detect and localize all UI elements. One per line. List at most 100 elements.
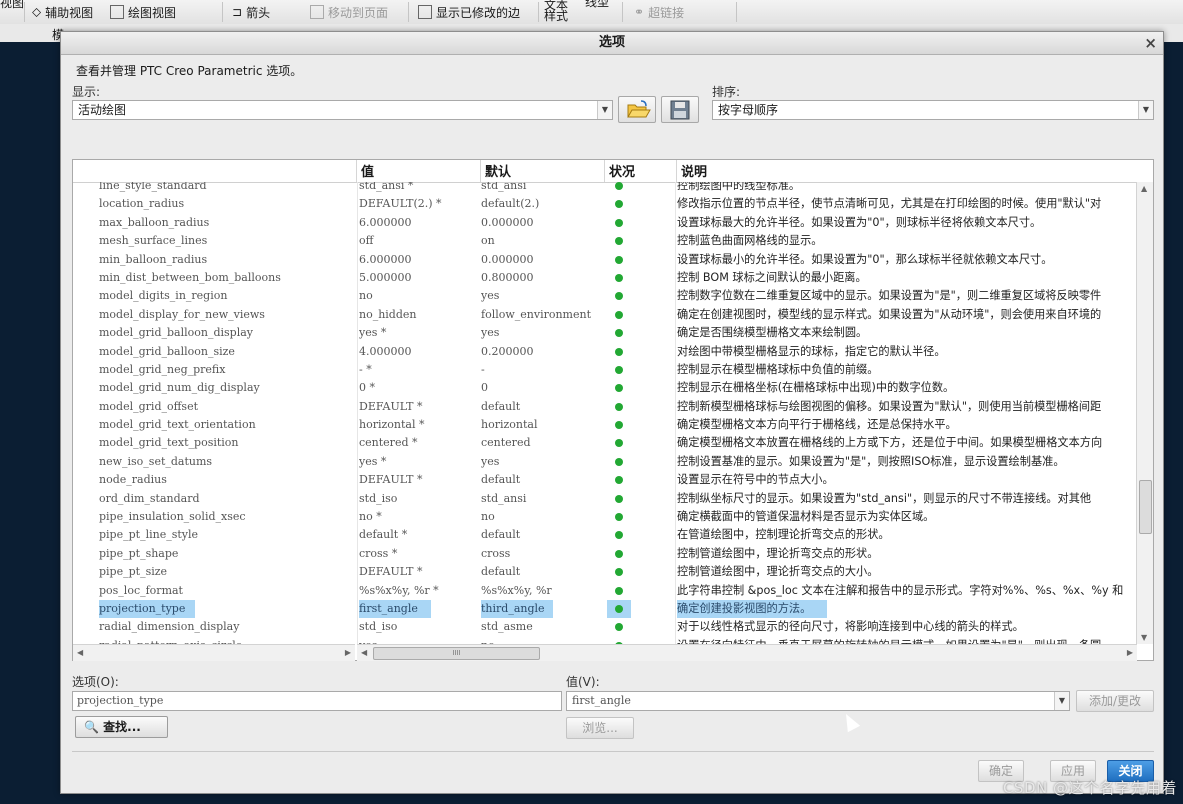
option-default-cell: yes bbox=[481, 326, 500, 340]
toolbar-move-to-page-button[interactable]: 移动到页面 bbox=[310, 0, 388, 24]
vertical-scroll-thumb[interactable] bbox=[1139, 480, 1152, 534]
option-name-cell: radial_pattern_axis_circle bbox=[99, 637, 361, 644]
option-status-cell bbox=[607, 416, 631, 434]
toolbar-drawing-view-button[interactable]: 绘图视图 bbox=[110, 0, 176, 24]
table-row[interactable]: pipe_insulation_solid_xsec no * no 确定横截面中的管… bbox=[73, 508, 1137, 526]
table-row[interactable]: model_grid_balloon_display yes * yes 确定是否围绕… bbox=[73, 324, 1137, 342]
toolbar-arrow-button[interactable]: ⊐ 箭头 bbox=[232, 0, 270, 24]
table-row[interactable]: model_grid_text_orientation horizontal * h… bbox=[73, 416, 1137, 434]
dialog-titlebar[interactable]: 选项 × bbox=[61, 32, 1163, 55]
toolbar-show-modified-edges-button[interactable]: 显示已修改的边 bbox=[418, 0, 520, 24]
option-value-cell: 0 * bbox=[359, 381, 375, 395]
toolbar-line-style-button[interactable]: 线型 bbox=[585, 0, 609, 8]
option-name-cell: model_grid_offset bbox=[99, 399, 198, 413]
toolbar-hyperlink-button[interactable]: ⚭ 超链接 bbox=[634, 0, 684, 24]
table-row[interactable]: mesh_surface_lines off on 控制蓝色曲面网格线的显示。 bbox=[73, 232, 1137, 250]
option-description-cell: 控制显示在模型栅格球标中负值的前缀。 bbox=[677, 362, 879, 376]
option-name-cell: min_dist_between_bom_balloons bbox=[99, 270, 281, 284]
scroll-right-icon[interactable]: ▶ bbox=[345, 648, 351, 657]
table-row[interactable]: new_iso_set_datums yes * yes 控制设置基准的显示。如果设置… bbox=[73, 453, 1137, 471]
option-default-cell: default bbox=[481, 528, 521, 542]
option-default-cell: cross bbox=[481, 546, 511, 560]
toolbar-views[interactable]: 视图 bbox=[0, 0, 24, 9]
toolbar-separator bbox=[538, 2, 539, 22]
toolbar-auxiliary-view-button[interactable]: ⬦ 辅助视图 bbox=[32, 0, 93, 24]
option-default-cell: no bbox=[481, 510, 495, 524]
auxiliary-view-icon: ⬦ bbox=[32, 4, 42, 20]
option-description-cell: 确定创建投影视图的方法。 bbox=[677, 599, 827, 619]
sort-select[interactable]: 按字母顺序 ▼ bbox=[712, 100, 1154, 120]
chevron-down-icon[interactable]: ▼ bbox=[1054, 692, 1069, 710]
table-row[interactable]: node_radius DEFAULT * default 设置显示在符号中的节点大小… bbox=[73, 471, 1137, 489]
add-change-button[interactable]: 添加/更改 bbox=[1076, 690, 1154, 712]
table-row[interactable]: pipe_pt_shape cross * cross 控制管道绘图中，理论折弯交点的… bbox=[73, 545, 1137, 563]
table-row[interactable]: model_grid_offset DEFAULT * default 控制新模型栅格… bbox=[73, 398, 1137, 416]
chevron-down-icon[interactable]: ▼ bbox=[1138, 101, 1153, 119]
horizontal-scroll-thumb[interactable]: IIII bbox=[373, 647, 540, 660]
option-default-cell: default bbox=[481, 565, 521, 579]
column-header-status[interactable]: 状况 bbox=[605, 160, 677, 182]
option-status-cell bbox=[607, 182, 631, 195]
scroll-up-icon[interactable]: ▲ bbox=[1141, 184, 1147, 193]
table-row[interactable]: model_grid_neg_prefix - * - 控制显示在模型栅格球标中负值的… bbox=[73, 361, 1137, 379]
value-select[interactable]: first_angle ▼ bbox=[566, 691, 1070, 711]
vertical-scrollbar[interactable]: ▲ ▼ bbox=[1136, 182, 1153, 644]
table-row[interactable]: model_grid_balloon_size 4.000000 0.200000 对… bbox=[73, 343, 1137, 361]
table-row[interactable]: radial_pattern_axis_circleyesno 设置在径向特征中，… bbox=[73, 637, 1137, 644]
option-status-cell bbox=[607, 545, 631, 563]
scroll-left-icon[interactable]: ◀ bbox=[361, 648, 367, 657]
table-row[interactable]: radial_dimension_display std_iso std_asme 对… bbox=[73, 618, 1137, 636]
find-button[interactable]: 🔍 查找... bbox=[75, 716, 168, 738]
table-row[interactable]: pipe_pt_size DEFAULT * default 控制管道绘图中，理论折弯… bbox=[73, 563, 1137, 581]
option-status-cell bbox=[607, 453, 631, 471]
save-config-button[interactable] bbox=[661, 96, 699, 123]
option-value-cell: 6.000000 bbox=[359, 252, 412, 266]
option-default-cell: centered bbox=[481, 436, 531, 450]
column-header-default[interactable]: 默认 bbox=[481, 160, 605, 182]
table-row[interactable]: line_style_standard std_ansi * std_ansi 控制绘… bbox=[73, 182, 1137, 195]
column-header-description[interactable]: 说明 bbox=[677, 160, 1137, 182]
scroll-right-icon[interactable]: ▶ bbox=[1127, 648, 1133, 657]
table-row[interactable]: model_grid_text_position centered * center… bbox=[73, 434, 1137, 452]
option-value-cell: no bbox=[359, 289, 373, 303]
option-status-cell bbox=[607, 361, 631, 379]
table-row[interactable]: min_dist_between_bom_balloons 5.000000 0.8… bbox=[73, 269, 1137, 287]
option-value-cell: centered * bbox=[359, 436, 418, 450]
column-header-value[interactable]: 值 bbox=[357, 160, 481, 182]
scroll-down-icon[interactable]: ▼ bbox=[1141, 633, 1147, 642]
status-ok-icon bbox=[615, 457, 623, 466]
option-value-cell: default * bbox=[359, 528, 408, 542]
table-row[interactable]: min_balloon_radius 6.000000 0.000000 设置球标最小… bbox=[73, 251, 1137, 269]
table-row[interactable]: location_radius DEFAULT(2.) * default(2.) 修… bbox=[73, 195, 1137, 213]
column-header-name[interactable] bbox=[73, 160, 357, 182]
table-row[interactable]: model_digits_in_region no yes 控制数字位数在二维重复区域… bbox=[73, 287, 1137, 305]
option-description-cell: 对于以线性格式显示的径向尺寸，将影响连接到中心线的箭头的样式。 bbox=[677, 620, 1024, 634]
table-row[interactable]: model_display_for_new_views no_hidden foll… bbox=[73, 306, 1137, 324]
browse-button[interactable]: 浏览... bbox=[566, 717, 634, 739]
option-status-cell bbox=[607, 324, 631, 342]
scroll-left-icon[interactable]: ◀ bbox=[77, 648, 83, 657]
table-row[interactable]: ord_dim_standard std_iso std_ansi 控制纵坐标尺寸的显… bbox=[73, 490, 1137, 508]
toolbar-text-style-button[interactable]: 文本样式 bbox=[544, 0, 570, 22]
chevron-down-icon[interactable]: ▼ bbox=[597, 101, 612, 119]
option-description-cell: 确定在创建视图时，模型线的显示样式。如果设置为"从动环境"，则会使用来自环境的 bbox=[677, 307, 1102, 321]
option-description-cell: 控制数字位数在二维重复区域中的显示。如果设置为"是"，则二维重复区域将反映零件 bbox=[677, 289, 1102, 303]
table-row[interactable]: model_grid_num_dig_display 0 * 0 控制显示在栅格坐标(… bbox=[73, 379, 1137, 397]
detail-columns-hscrollbar[interactable]: ◀ IIII ▶ bbox=[357, 644, 1137, 661]
open-config-button[interactable] bbox=[618, 96, 656, 123]
table-row[interactable]: pipe_pt_line_style default * default 在管道绘图中… bbox=[73, 526, 1137, 544]
close-icon[interactable]: × bbox=[1144, 32, 1157, 54]
table-row[interactable]: projection_type first_angle third_angle 确定创… bbox=[73, 599, 1137, 619]
status-ok-icon bbox=[615, 292, 623, 301]
status-ok-icon bbox=[615, 531, 623, 540]
option-default-cell: default bbox=[481, 399, 521, 413]
toolbar-separator bbox=[622, 2, 623, 22]
table-row[interactable]: max_balloon_radius 6.000000 0.000000 设置球标最大… bbox=[73, 214, 1137, 232]
display-select[interactable]: 活动绘图 ▼ bbox=[72, 100, 613, 120]
table-row[interactable]: pos_loc_format %s%x%y, %r * %s%x%y, %r 此字符串… bbox=[73, 582, 1137, 600]
display-label: 显示: bbox=[72, 85, 101, 99]
option-name-input[interactable]: projection_type bbox=[72, 691, 562, 711]
option-default-cell: on bbox=[481, 234, 495, 248]
option-value-cell: DEFAULT * bbox=[359, 399, 423, 413]
name-column-hscrollbar[interactable]: ◀ ▶ bbox=[73, 644, 355, 661]
